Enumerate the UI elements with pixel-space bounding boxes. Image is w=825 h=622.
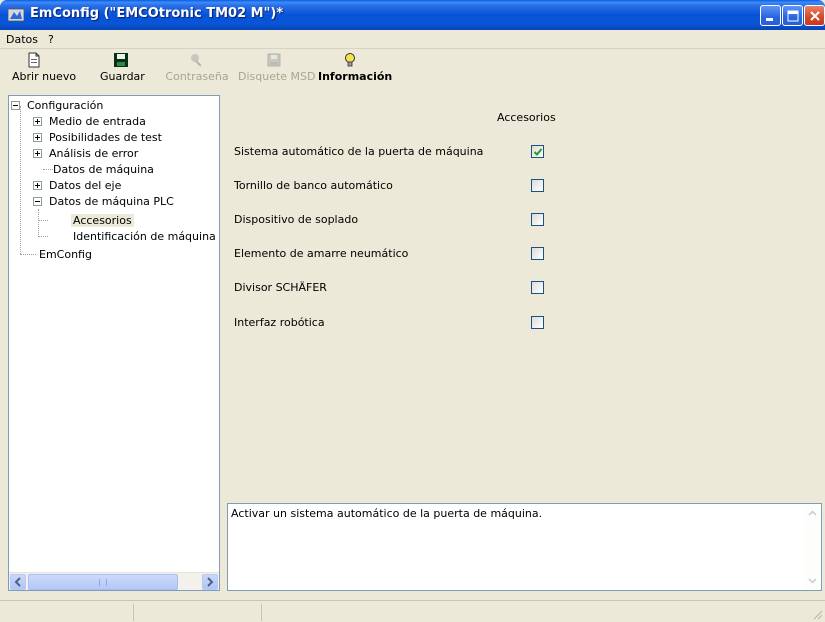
- status-segment: [134, 604, 262, 621]
- guardar-label: Guardar: [100, 70, 145, 83]
- option-label: Interfaz robótica: [234, 316, 325, 329]
- collapse-icon[interactable]: [11, 100, 20, 110]
- tree-item-emconfig[interactable]: EmConfig: [37, 246, 94, 262]
- save-disk-icon: [114, 53, 128, 67]
- option-label: Dispositivo de soplado: [234, 213, 359, 226]
- checkbox-divisor-schafer[interactable]: [531, 281, 544, 294]
- option-label: Tornillo de banco automático: [234, 179, 393, 192]
- collapse-icon[interactable]: [33, 196, 42, 206]
- checkbox-dispositivo-soplado[interactable]: [531, 213, 544, 226]
- menu-bar: Datos ?: [0, 30, 825, 49]
- tree-item-datos-maquina[interactable]: Datos de máquina: [51, 161, 156, 177]
- panel-title: Accesorios: [497, 111, 556, 124]
- disquete-msd-button[interactable]: Disquete MSD: [238, 52, 316, 83]
- expand-icon[interactable]: [33, 148, 42, 158]
- info-bulb-icon: [345, 53, 355, 67]
- tree-item-datos-eje[interactable]: Datos del eje: [33, 177, 123, 193]
- floppy-disk-icon: [267, 53, 281, 67]
- option-label: Elemento de amarre neumático: [234, 247, 409, 260]
- window-title: EmConfig ("EMCOtronic TM02 M")*: [30, 6, 284, 21]
- chevron-right-icon: [207, 577, 214, 587]
- minimize-button[interactable]: [760, 5, 781, 26]
- chevron-left-icon: [14, 577, 21, 587]
- tree-item-accesorios[interactable]: Accesorios: [71, 212, 134, 228]
- checkbox-interfaz-robotica[interactable]: [531, 316, 544, 329]
- option-label: Sistema automático de la puerta de máqui…: [234, 145, 484, 158]
- minimize-icon: [766, 18, 773, 21]
- checkbox-amarre-neumatico[interactable]: [531, 247, 544, 260]
- tree-item-datos-maquina-plc[interactable]: Datos de máquina PLC: [33, 193, 176, 209]
- config-tree[interactable]: Configuración Medio de entrada Posibilid…: [8, 95, 220, 591]
- new-document-icon: [28, 52, 40, 68]
- option-label: Divisor SCHÄFER: [234, 281, 327, 294]
- abrir-nuevo-button[interactable]: Abrir nuevo: [12, 52, 76, 83]
- checkmark-icon: [533, 148, 543, 156]
- toolbar: Abrir nuevo Guardar Contraseña Disquete …: [0, 50, 825, 92]
- menu-help[interactable]: ?: [48, 33, 54, 46]
- scroll-thumb[interactable]: [28, 574, 178, 590]
- description-text: Activar un sistema automático de la puer…: [231, 507, 543, 520]
- close-icon: [810, 11, 820, 21]
- resize-grip-icon[interactable]: [811, 608, 823, 620]
- abrir-nuevo-label: Abrir nuevo: [12, 70, 77, 83]
- tree-item-configuracion[interactable]: Configuración: [11, 97, 105, 113]
- menu-datos[interactable]: Datos: [6, 33, 38, 46]
- expand-icon[interactable]: [33, 132, 42, 142]
- tree-view: Configuración Medio de entrada Posibilid…: [9, 96, 219, 572]
- app-icon: [8, 8, 24, 22]
- contrasena-button[interactable]: Contraseña: [164, 52, 230, 83]
- expand-icon[interactable]: [33, 180, 42, 190]
- guardar-button[interactable]: Guardar: [100, 52, 145, 83]
- status-segment: [0, 604, 134, 621]
- key-icon: [191, 54, 202, 67]
- title-bar[interactable]: EmConfig ("EMCOtronic TM02 M")*: [0, 0, 825, 30]
- tree-item-identificacion[interactable]: Identificación de máquina A(: [71, 228, 219, 244]
- close-button[interactable]: [804, 5, 825, 26]
- scroll-right-button[interactable]: [202, 574, 218, 590]
- description-vertical-scrollbar[interactable]: [804, 504, 821, 590]
- chevron-up-icon[interactable]: [805, 506, 820, 521]
- tree-item-medio-entrada[interactable]: Medio de entrada: [33, 113, 148, 129]
- tree-item-analisis-error[interactable]: Análisis de error: [33, 145, 140, 161]
- informacion-label: Información: [318, 70, 393, 83]
- contrasena-label: Contraseña: [165, 70, 229, 83]
- maximize-icon: [787, 10, 799, 22]
- description-box[interactable]: Activar un sistema automático de la puer…: [227, 503, 822, 591]
- status-bar: [0, 600, 825, 622]
- chevron-down-icon[interactable]: [805, 573, 820, 588]
- maximize-button[interactable]: [782, 5, 803, 26]
- disquete-label: Disquete MSD: [238, 70, 316, 83]
- checkbox-puerta-automatica[interactable]: [531, 145, 544, 158]
- expand-icon[interactable]: [33, 116, 42, 126]
- tree-item-posibilidades-test[interactable]: Posibilidades de test: [33, 129, 164, 145]
- scroll-left-button[interactable]: [10, 574, 26, 590]
- checkbox-tornillo-banco[interactable]: [531, 179, 544, 192]
- informacion-button[interactable]: Información: [318, 52, 392, 83]
- tree-horizontal-scrollbar[interactable]: [9, 572, 219, 590]
